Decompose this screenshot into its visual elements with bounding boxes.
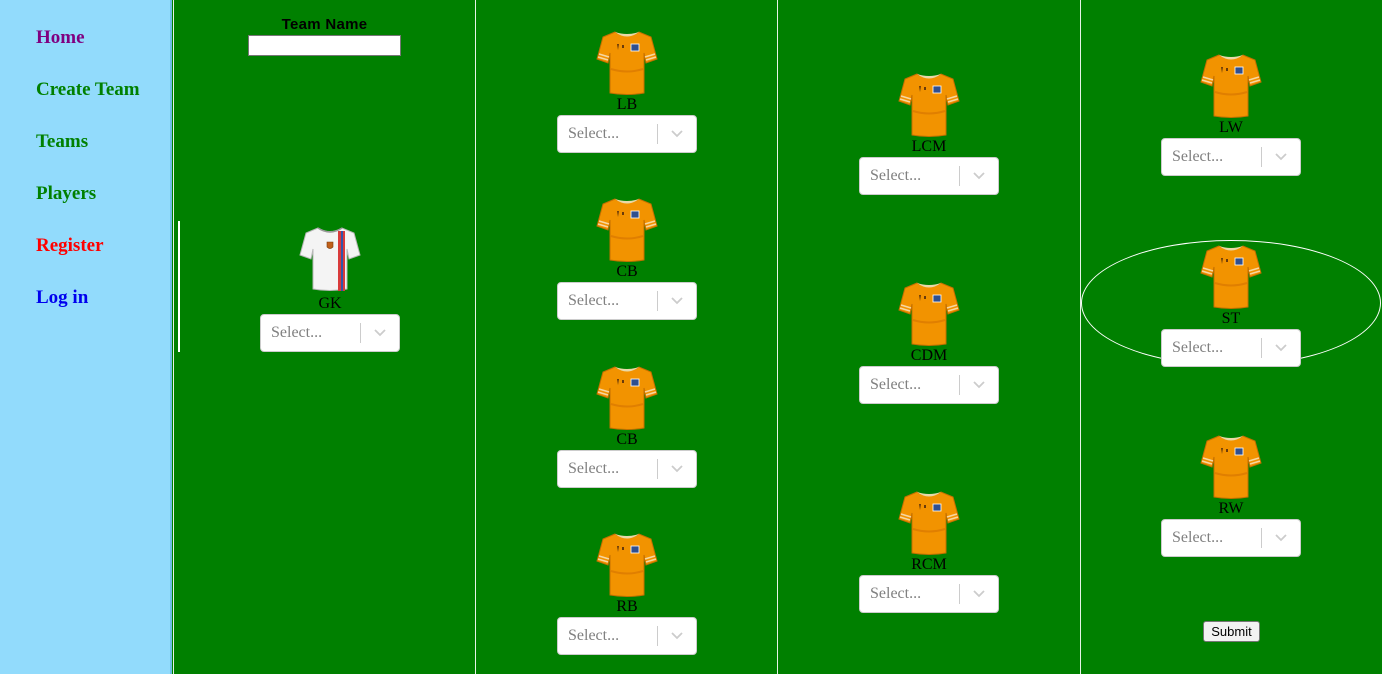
select-placeholder: Select... [870,585,922,602]
select-placeholder: Select... [870,167,922,184]
select-separator [1261,338,1262,358]
chevron-down-icon [973,590,985,598]
position-label: RW [1218,500,1244,517]
pitch-line [777,0,778,674]
select-separator [657,291,658,311]
chevron-down-icon [1275,534,1287,542]
lw-player-select[interactable]: Select... [1161,138,1301,176]
select-placeholder: Select... [568,292,620,309]
jersey-icon [595,364,659,430]
gk-player-select[interactable]: Select... [260,314,400,352]
nav-register-link[interactable]: Register [36,235,104,257]
select-placeholder: Select... [271,324,323,341]
pitch-line [1080,0,1081,674]
position-label: CB [616,263,638,280]
select-placeholder: Select... [1172,148,1224,165]
chevron-down-icon [973,172,985,180]
chevron-down-icon [374,329,386,337]
select-placeholder: Select... [870,376,922,393]
rb-player-select[interactable]: Select... [557,617,697,655]
lcm-player-select[interactable]: Select... [859,157,999,195]
st-player-select[interactable]: Select... [1161,329,1301,367]
position-label: RCM [911,556,947,573]
rw-player-select[interactable]: Select... [1161,519,1301,557]
jersey-icon [595,29,659,95]
select-separator [959,584,960,604]
select-separator [1261,147,1262,167]
chevron-down-icon [671,130,683,138]
nav-home-link[interactable]: Home [36,27,85,49]
cdm-player-select[interactable]: Select... [859,366,999,404]
jersey-icon [1199,52,1263,118]
rcm-player-select[interactable]: Select... [859,575,999,613]
pitch-line [173,0,174,674]
select-separator [1261,528,1262,548]
sidebar: Home Create Team Teams Players Register … [0,0,172,674]
select-placeholder: Select... [1172,339,1224,356]
select-separator [360,323,361,343]
position-label: LW [1219,119,1243,136]
select-placeholder: Select... [568,125,620,142]
position-label: GK [318,295,342,312]
position-label: LCM [911,138,947,155]
chevron-down-icon [1275,344,1287,352]
select-placeholder: Select... [1172,529,1224,546]
chevron-down-icon [973,381,985,389]
team-name-input[interactable] [248,35,401,56]
nav-login-link[interactable]: Log in [36,287,88,309]
select-separator [657,626,658,646]
team-name-label: Team Name [281,16,368,33]
select-separator [657,459,658,479]
nav-teams-link[interactable]: Teams [36,131,88,153]
chevron-down-icon [1275,153,1287,161]
jersey-icon [1199,433,1263,499]
jersey-icon [897,71,961,137]
jersey-icon [897,280,961,346]
position-label: LB [616,96,638,113]
submit-button[interactable]: Submit [1203,621,1260,642]
nav-players-link[interactable]: Players [36,183,96,205]
chevron-down-icon [671,465,683,473]
position-label: CB [616,431,638,448]
chevron-down-icon [671,297,683,305]
gk-jersey-icon [298,225,362,291]
select-placeholder: Select... [568,627,620,644]
select-separator [657,124,658,144]
position-label: CDM [910,347,948,364]
jersey-icon [595,196,659,262]
jersey-icon [1199,243,1263,309]
lb-player-select[interactable]: Select... [557,115,697,153]
jersey-icon [897,489,961,555]
pitch-line [475,0,476,674]
position-label: ST [1221,310,1241,327]
cb-right-player-select[interactable]: Select... [557,450,697,488]
goal-line [178,221,180,352]
chevron-down-icon [671,632,683,640]
cb-left-player-select[interactable]: Select... [557,282,697,320]
jersey-icon [595,531,659,597]
select-separator [959,166,960,186]
position-label: RB [616,598,638,615]
nav-create-team-link[interactable]: Create Team [36,79,140,101]
select-separator [959,375,960,395]
select-placeholder: Select... [568,460,620,477]
